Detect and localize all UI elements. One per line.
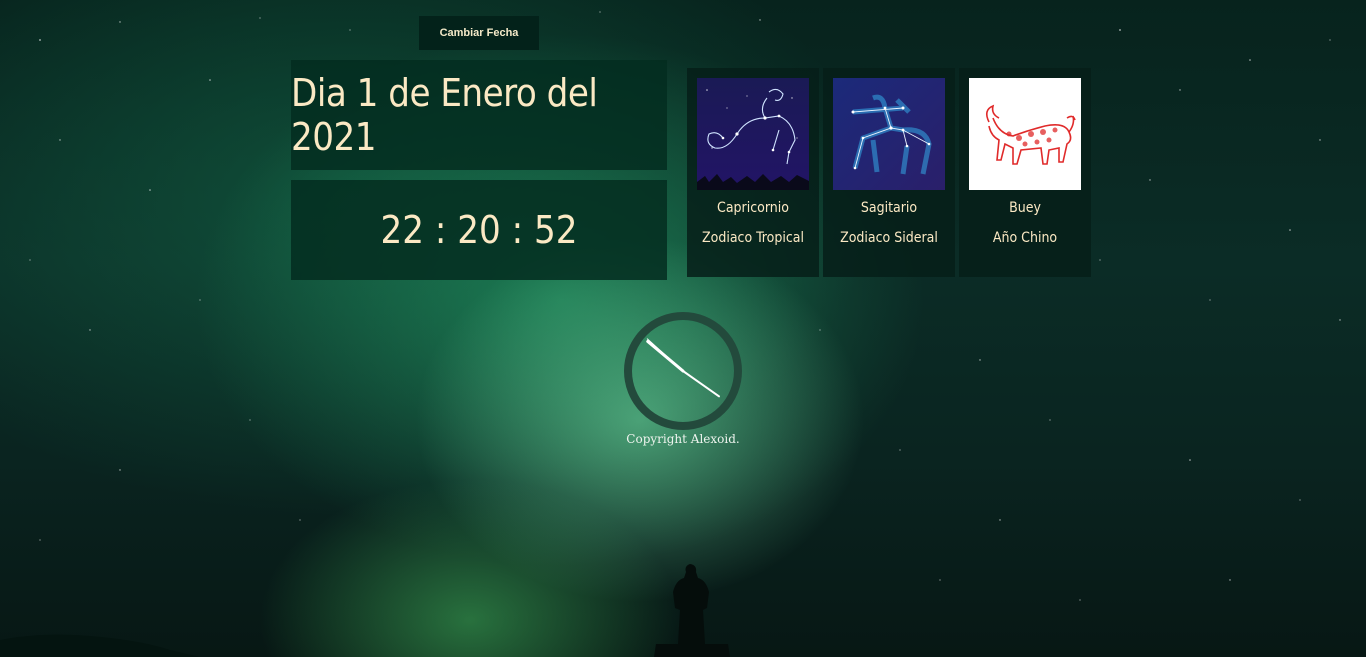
- zodiac-card-tropical: Capricornio Zodiaco Tropical: [687, 68, 819, 277]
- zodiac-card-sidereal: Sagitario Zodiaco Sideral: [823, 68, 955, 277]
- ox-image: [969, 78, 1081, 190]
- zodiac-name-sidereal: Sagitario: [860, 200, 918, 216]
- zodiac-type-sidereal: Zodiaco Sideral: [840, 230, 938, 246]
- capricorn-constellation-image: [697, 78, 809, 190]
- sagittarius-constellation-image: [833, 78, 945, 190]
- analog-clock: [624, 312, 742, 430]
- zodiac-name-chinese: Buey: [1009, 200, 1041, 216]
- zodiac-name-tropical: Capricornio: [717, 200, 789, 216]
- clock-minute-hand: [682, 370, 720, 398]
- zodiac-type-tropical: Zodiaco Tropical: [701, 230, 805, 246]
- digital-time-display: 22 : 20 : 52: [291, 180, 667, 280]
- zodiac-card-chinese: Buey Año Chino: [959, 68, 1091, 277]
- time-text: 22 : 20 : 52: [380, 208, 578, 252]
- clock-second-hand: [646, 338, 684, 372]
- zodiac-type-chinese: Año Chino: [992, 230, 1058, 246]
- change-date-button[interactable]: Cambiar Fecha: [419, 16, 539, 50]
- copyright-text: Copyright Alexoid.: [626, 432, 740, 446]
- date-display: Dia 1 de Enero del 2021: [291, 60, 667, 170]
- date-text: Dia 1 de Enero del 2021: [291, 71, 598, 159]
